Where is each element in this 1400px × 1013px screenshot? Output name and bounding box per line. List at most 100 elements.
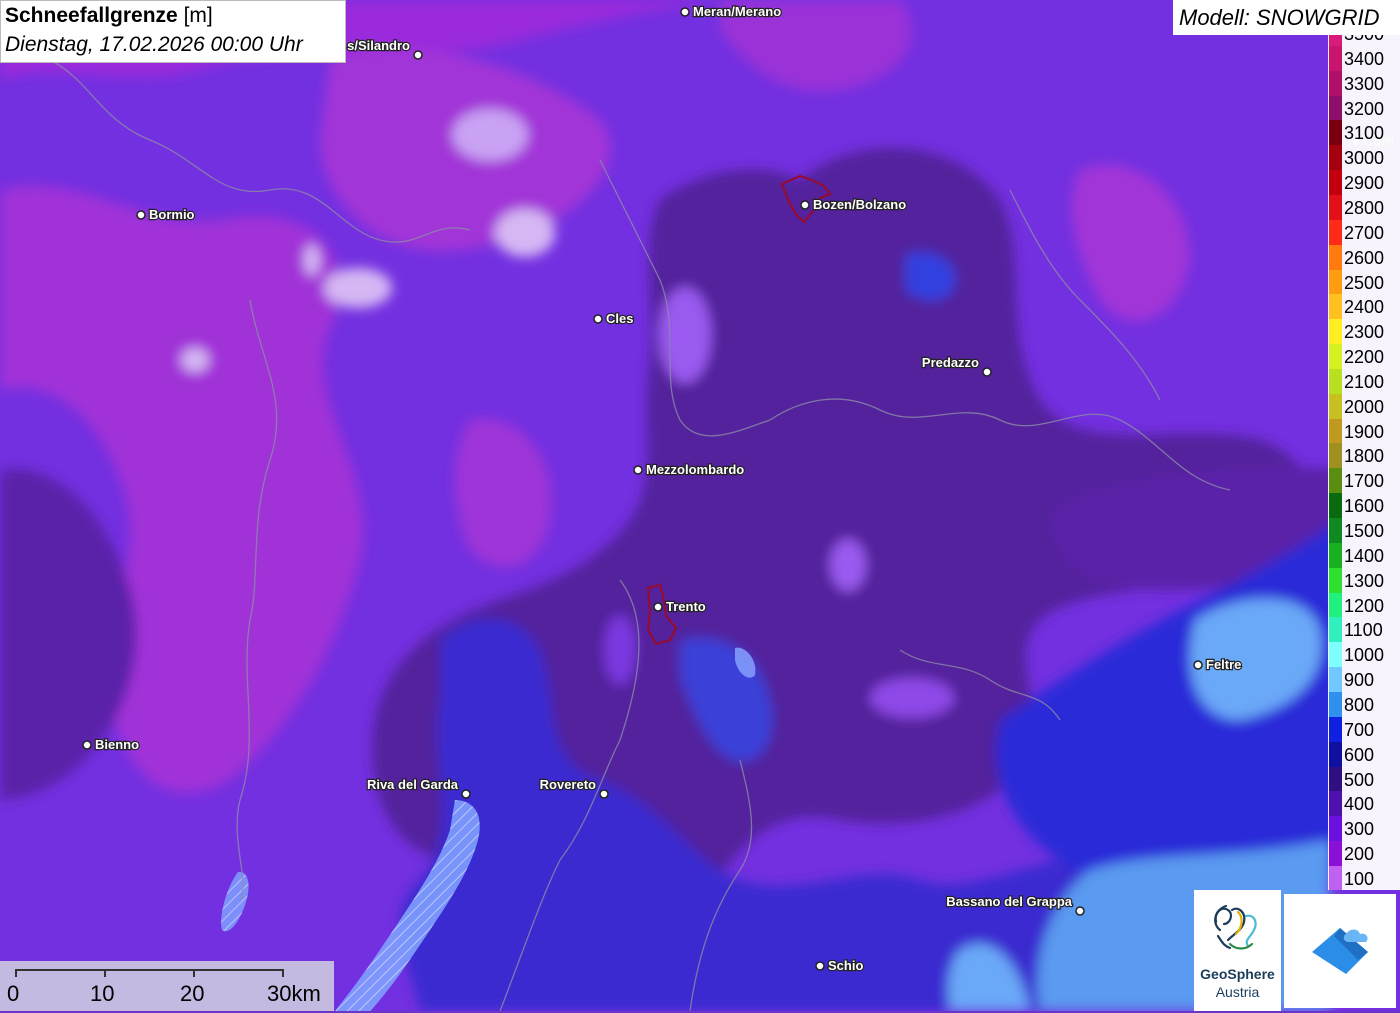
city-dot: [982, 367, 992, 377]
scale-tick: [282, 969, 284, 977]
legend-row: 2400: [1328, 294, 1400, 320]
legend-label: 1300: [1344, 570, 1385, 591]
city-label: Cles: [606, 311, 633, 326]
legend-label: 2300: [1344, 322, 1385, 343]
legend-row: 700: [1328, 716, 1400, 742]
city-dot: [593, 314, 603, 324]
legend-label: 500: [1344, 769, 1375, 790]
legend-row: 1600: [1328, 493, 1400, 519]
legend-swatch: [1329, 393, 1342, 419]
legend-label: 2700: [1344, 222, 1385, 243]
legend-swatch: [1329, 344, 1342, 370]
scale-tick: [193, 969, 195, 977]
city-marker[interactable]: Meran/Merano: [680, 3, 782, 20]
legend-swatch: [1329, 70, 1342, 96]
model-label: Modell: SNOWGRID: [1179, 5, 1380, 30]
city-label: Rovereto: [540, 777, 596, 792]
legend-row: 2600: [1328, 244, 1400, 270]
legend-swatch: [1329, 642, 1342, 668]
legend-row: 1900: [1328, 418, 1400, 444]
city-dot: [461, 789, 471, 799]
legend-row: 900: [1328, 667, 1400, 693]
legend-row: 100: [1328, 865, 1400, 890]
geosphere-name: GeoSphere: [1200, 966, 1275, 982]
legend-swatch: [1329, 518, 1342, 543]
legend-label: 300: [1344, 819, 1375, 840]
legend-row: 2000: [1328, 393, 1400, 419]
legend-swatch: [1329, 816, 1342, 842]
city-label: Mezzolombardo: [646, 462, 744, 477]
title-box: Schneefallgrenze [m] Dienstag, 17.02.202…: [0, 0, 346, 63]
legend-label: 1400: [1344, 545, 1385, 566]
legend-swatch: [1329, 418, 1342, 444]
model-box: Modell: SNOWGRID: [1173, 0, 1400, 35]
legend-row: 1200: [1328, 592, 1400, 618]
legend-row: 3400: [1328, 45, 1400, 71]
legend-row: 3200: [1328, 95, 1400, 121]
legend-row: 3000: [1328, 145, 1400, 171]
snowfall-limit-map[interactable]: Meran/Merano s/Silandro Bormio Bozen/Bolzan…: [0, 0, 1400, 1011]
legend-label: 100: [1344, 868, 1375, 889]
legend-row: 600: [1328, 741, 1400, 767]
city-label: Bormio: [149, 207, 195, 222]
legend-row: 800: [1328, 691, 1400, 717]
legend-row: 3500: [1328, 35, 1400, 46]
parameter-name: Schneefallgrenze: [5, 4, 178, 27]
legend-swatch: [1329, 145, 1342, 171]
legend-label: 1100: [1344, 620, 1383, 641]
city-marker[interactable]: Bozen/Bolzano: [800, 196, 907, 213]
legend-label: 2100: [1344, 371, 1385, 392]
city-dot: [599, 789, 609, 799]
region-light-bubble-4: [181, 348, 209, 372]
app-logo[interactable]: [1284, 894, 1396, 1008]
scale-bar: 0 10 20 30km: [0, 961, 334, 1011]
city-dot: [680, 7, 690, 17]
mountain-cloud-icon: [1312, 928, 1368, 974]
legend-row: 300: [1328, 816, 1400, 842]
scale-line: [15, 969, 284, 971]
parameter-unit: [m]: [183, 4, 213, 27]
city-dot: [800, 200, 810, 210]
region-light-bubble-7: [830, 539, 866, 591]
legend-row: 400: [1328, 791, 1400, 817]
city-marker[interactable]: Mezzolombardo: [633, 461, 745, 478]
legend-label: 800: [1344, 694, 1375, 715]
legend-label: 2000: [1344, 396, 1385, 417]
geosphere-country: Austria: [1215, 984, 1260, 1000]
legend-label: 3500: [1344, 35, 1384, 45]
legend-label: 600: [1344, 744, 1375, 765]
region-light-bubble-2: [495, 209, 555, 257]
legend-row: 1400: [1328, 542, 1400, 568]
legend-row: 1500: [1328, 518, 1400, 543]
legend-row: 2500: [1328, 269, 1400, 295]
legend-row: 2800: [1328, 194, 1400, 220]
legend-label: 2400: [1344, 297, 1385, 318]
region-light-bubble-5: [304, 244, 320, 276]
city-label: Bienno: [95, 737, 139, 752]
legend-swatch: [1329, 741, 1342, 767]
legend-swatch: [1329, 120, 1342, 146]
legend-row: 1100: [1328, 617, 1400, 643]
legend-swatch: [1329, 219, 1342, 245]
city-dot: [633, 465, 643, 475]
legend-swatch: [1329, 468, 1342, 494]
legend-swatch: [1329, 443, 1342, 469]
legend-label: 3100: [1344, 123, 1385, 144]
region-light-bubble-1: [452, 109, 528, 161]
legend-swatch: [1329, 567, 1342, 593]
legend-label: 1900: [1344, 421, 1385, 442]
geosphere-logo[interactable]: GeoSphere Austria: [1194, 890, 1281, 1011]
legend-swatch: [1329, 493, 1342, 519]
scale-label-20: 20: [180, 981, 205, 1006]
legend-label: 400: [1344, 794, 1375, 815]
legend-label: 3200: [1344, 98, 1385, 119]
legend-label: 1700: [1344, 471, 1385, 492]
legend-row: 500: [1328, 766, 1400, 792]
legend-swatch: [1329, 319, 1342, 345]
legend-label: 3000: [1344, 148, 1385, 169]
region-light-bubble-9: [604, 615, 636, 685]
city-dot: [82, 740, 92, 750]
legend-row: 2300: [1328, 319, 1400, 345]
geosphere-emblem-icon: [1214, 904, 1257, 950]
legend-row: 2900: [1328, 170, 1400, 196]
